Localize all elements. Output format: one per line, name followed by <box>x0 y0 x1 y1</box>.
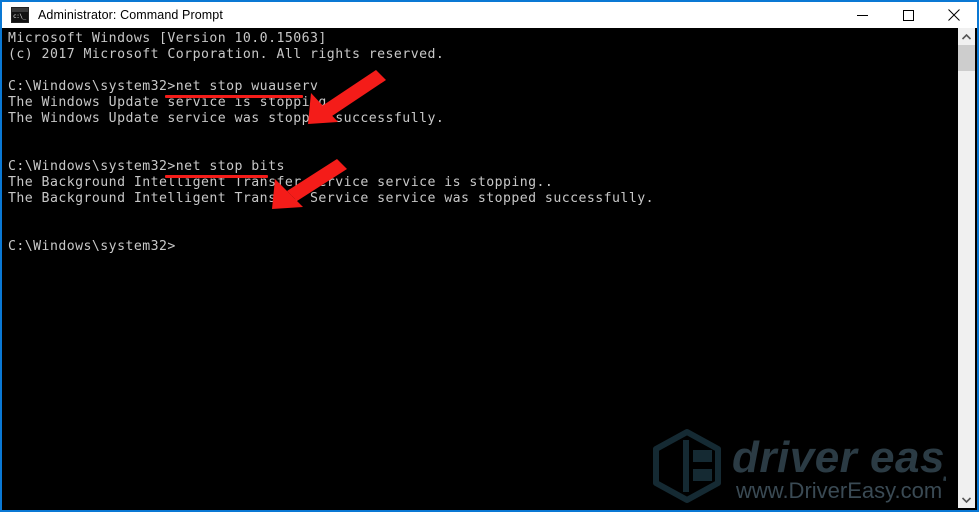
command-prompt-window: c:\_ Administrator: Command Prompt Micro… <box>0 0 979 512</box>
driver-easy-watermark: driver easy www.DriverEasy.com <box>653 429 946 503</box>
scroll-up-button[interactable] <box>958 28 975 45</box>
window-title: Administrator: Command Prompt <box>38 8 223 22</box>
annotation-underline-net-stop-wuauserv <box>165 95 303 98</box>
minimize-icon <box>856 14 868 16</box>
vertical-scrollbar[interactable] <box>958 28 975 508</box>
chevron-up-icon <box>962 33 971 40</box>
annotation-underline-net-stop-bits <box>165 175 268 178</box>
minimize-button[interactable] <box>839 2 885 28</box>
console-icon: c:\_ <box>11 7 29 23</box>
console-output-area[interactable]: Microsoft Windows [Version 10.0.15063] (… <box>4 28 958 508</box>
maximize-icon <box>902 9 914 21</box>
window-controls <box>839 2 977 28</box>
console-icon-glyph: c:\_ <box>12 12 28 22</box>
hexagon-logo <box>653 429 721 503</box>
scroll-down-button[interactable] <box>958 491 975 508</box>
close-icon <box>948 9 960 21</box>
title-bar[interactable]: c:\_ Administrator: Command Prompt <box>2 0 977 28</box>
watermark-brand: driver easy <box>732 433 946 482</box>
chevron-down-icon <box>962 496 971 503</box>
scrollbar-track[interactable] <box>958 45 975 491</box>
console-text: Microsoft Windows [Version 10.0.15063] (… <box>8 31 654 254</box>
scrollbar-thumb[interactable] <box>958 45 975 71</box>
maximize-button[interactable] <box>885 2 931 28</box>
watermark-url: www.DriverEasy.com <box>735 478 942 503</box>
close-button[interactable] <box>931 2 977 28</box>
